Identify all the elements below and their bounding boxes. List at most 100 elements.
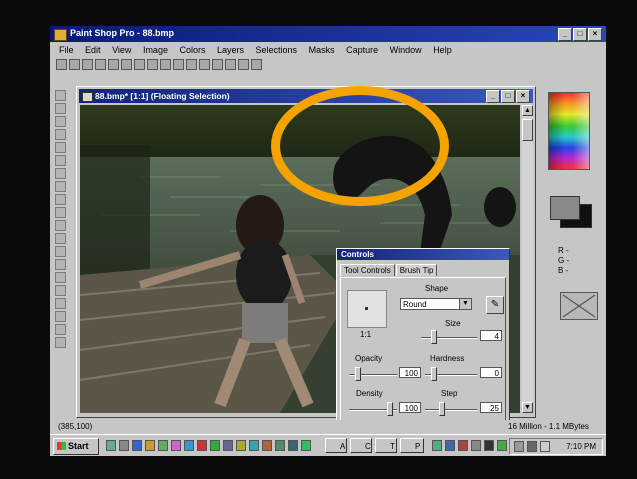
- line-tool-icon[interactable]: [55, 324, 66, 335]
- monitor-icon[interactable]: [160, 59, 171, 70]
- chevron-down-icon[interactable]: ▼: [459, 299, 471, 309]
- density-slider-thumb[interactable]: [387, 402, 393, 416]
- scroll-up-button[interactable]: ▲: [522, 105, 533, 116]
- arrow-tool-icon[interactable]: [55, 90, 66, 101]
- menu-capture[interactable]: Capture: [346, 43, 378, 57]
- tray-icon-2[interactable]: [527, 441, 537, 452]
- zoom-in-icon[interactable]: [173, 59, 184, 70]
- start-button[interactable]: Start: [53, 438, 99, 455]
- close-button[interactable]: ×: [588, 28, 602, 41]
- freehand-tool-icon[interactable]: [55, 168, 66, 179]
- quicklaunch-icon-1[interactable]: [106, 440, 116, 451]
- menu-window[interactable]: Window: [390, 43, 422, 57]
- quicklaunch-icon-11[interactable]: [236, 440, 246, 451]
- quicklaunch-icon-13[interactable]: [262, 440, 272, 451]
- step-slider[interactable]: [425, 409, 477, 411]
- color-replacer-icon[interactable]: [55, 233, 66, 244]
- document-icon[interactable]: [82, 92, 93, 102]
- tab-tool-controls[interactable]: Tool Controls: [340, 264, 395, 276]
- scroll-thumb[interactable]: [522, 119, 533, 141]
- menu-help[interactable]: Help: [433, 43, 452, 57]
- menu-colors[interactable]: Colors: [179, 43, 205, 57]
- size-field[interactable]: 4: [480, 330, 502, 341]
- custom-brush-button[interactable]: ✎: [486, 296, 504, 314]
- menu-image[interactable]: Image: [143, 43, 168, 57]
- controls-toggle-icon[interactable]: [238, 59, 249, 70]
- zoom-out-icon[interactable]: [186, 59, 197, 70]
- shape-tool-icon[interactable]: [55, 337, 66, 348]
- opacity-field[interactable]: 100: [399, 367, 421, 378]
- quicklaunch-icon-14[interactable]: [275, 440, 285, 451]
- step-field[interactable]: 25: [480, 402, 502, 413]
- airbrush-tool-icon[interactable]: [55, 285, 66, 296]
- speaker-icon[interactable]: [540, 441, 550, 452]
- clone-brush-icon[interactable]: [55, 220, 66, 231]
- size-slider[interactable]: [421, 337, 477, 339]
- hardness-field[interactable]: 0: [480, 367, 502, 378]
- taskbar-app-icon-6[interactable]: [497, 440, 507, 451]
- opacity-slider-thumb[interactable]: [355, 367, 361, 381]
- quicklaunch-icon-3[interactable]: [132, 440, 142, 451]
- paintshop-app-icon[interactable]: [54, 29, 67, 41]
- maximize-button[interactable]: □: [573, 28, 587, 41]
- tab-brush-tip[interactable]: Brush Tip: [395, 264, 438, 276]
- density-field[interactable]: 100: [399, 402, 421, 413]
- taskbar-button-paintshop[interactable]: P: [400, 438, 424, 453]
- menu-layers[interactable]: Layers: [217, 43, 244, 57]
- save-icon[interactable]: [82, 59, 93, 70]
- palette-toggle-icon[interactable]: [225, 59, 236, 70]
- retouch-tool-icon[interactable]: [55, 246, 66, 257]
- quicklaunch-icon-5[interactable]: [158, 440, 168, 451]
- quicklaunch-icon-2[interactable]: [119, 440, 129, 451]
- magic-wand-icon[interactable]: [55, 181, 66, 192]
- menu-edit[interactable]: Edit: [85, 43, 101, 57]
- foreground-color-swatch[interactable]: [550, 196, 580, 220]
- new-file-icon[interactable]: [56, 59, 67, 70]
- copy-icon[interactable]: [134, 59, 145, 70]
- size-slider-thumb[interactable]: [431, 330, 437, 344]
- mover-tool-icon[interactable]: [55, 142, 66, 153]
- quicklaunch-icon-16[interactable]: [301, 440, 311, 451]
- hardness-slider-thumb[interactable]: [431, 367, 437, 381]
- zoom-tool-icon[interactable]: [55, 103, 66, 114]
- help-pointer-icon[interactable]: [251, 59, 262, 70]
- quicklaunch-icon-9[interactable]: [210, 440, 220, 451]
- open-file-icon[interactable]: [69, 59, 80, 70]
- taskbar-app-icon-4[interactable]: [471, 440, 481, 451]
- quicklaunch-icon-10[interactable]: [223, 440, 233, 451]
- quicklaunch-icon-15[interactable]: [288, 440, 298, 451]
- doc-minimize-button[interactable]: _: [486, 90, 500, 103]
- taskbar-app-icon-5[interactable]: [484, 440, 494, 451]
- paste-icon[interactable]: [147, 59, 158, 70]
- quicklaunch-icon-4[interactable]: [145, 440, 155, 451]
- taskbar-clock[interactable]: 7:10 PM: [566, 442, 596, 451]
- taskbar-app-icon-3[interactable]: [458, 440, 468, 451]
- quicklaunch-icon-7[interactable]: [184, 440, 194, 451]
- step-slider-thumb[interactable]: [439, 402, 445, 416]
- doc-close-button[interactable]: ×: [516, 90, 530, 103]
- undo-icon[interactable]: [108, 59, 119, 70]
- tray-icon-1[interactable]: [514, 441, 524, 452]
- transparency-swatch[interactable]: [560, 292, 598, 320]
- deformation-tool-icon[interactable]: [55, 116, 66, 127]
- taskbar-button-c[interactable]: C: [350, 438, 372, 453]
- shape-select[interactable]: Round ▼: [400, 298, 472, 310]
- color-spectrum[interactable]: [548, 92, 590, 170]
- eraser-tool-icon[interactable]: [55, 259, 66, 270]
- taskbar-app-icon-2[interactable]: [445, 440, 455, 451]
- dropper-tool-icon[interactable]: [55, 194, 66, 205]
- controls-title-bar[interactable]: Controls: [337, 249, 509, 260]
- taskbar-button-a[interactable]: A: [325, 438, 347, 453]
- menu-view[interactable]: View: [112, 43, 131, 57]
- vertical-scrollbar[interactable]: ▲ ▼: [522, 105, 533, 413]
- menu-masks[interactable]: Masks: [309, 43, 335, 57]
- quicklaunch-icon-12[interactable]: [249, 440, 259, 451]
- flood-fill-icon[interactable]: [55, 298, 66, 309]
- crop-tool-icon[interactable]: [55, 129, 66, 140]
- text-tool-icon[interactable]: [55, 311, 66, 322]
- menu-file[interactable]: File: [59, 43, 74, 57]
- cut-icon[interactable]: [121, 59, 132, 70]
- histogram-icon[interactable]: [212, 59, 223, 70]
- scroll-down-button[interactable]: ▼: [522, 402, 533, 413]
- taskbar-button-t[interactable]: T: [375, 438, 397, 453]
